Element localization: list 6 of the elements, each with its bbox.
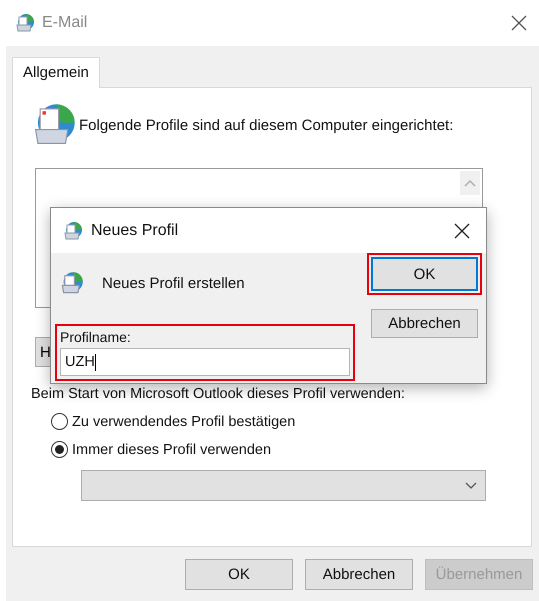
dialog-title: Neues Profil xyxy=(91,222,178,240)
dialog-heading: Neues Profil erstellen xyxy=(102,274,245,292)
field-label: Profilname: xyxy=(60,329,132,345)
startup-label: Beim Start von Microsoft Outlook dieses Profil verwenden: xyxy=(31,386,406,402)
window-title: E-Mail xyxy=(42,14,88,32)
intro-text: Folgende Profile sind auf diesem Computer eingerichtet: xyxy=(79,116,454,134)
